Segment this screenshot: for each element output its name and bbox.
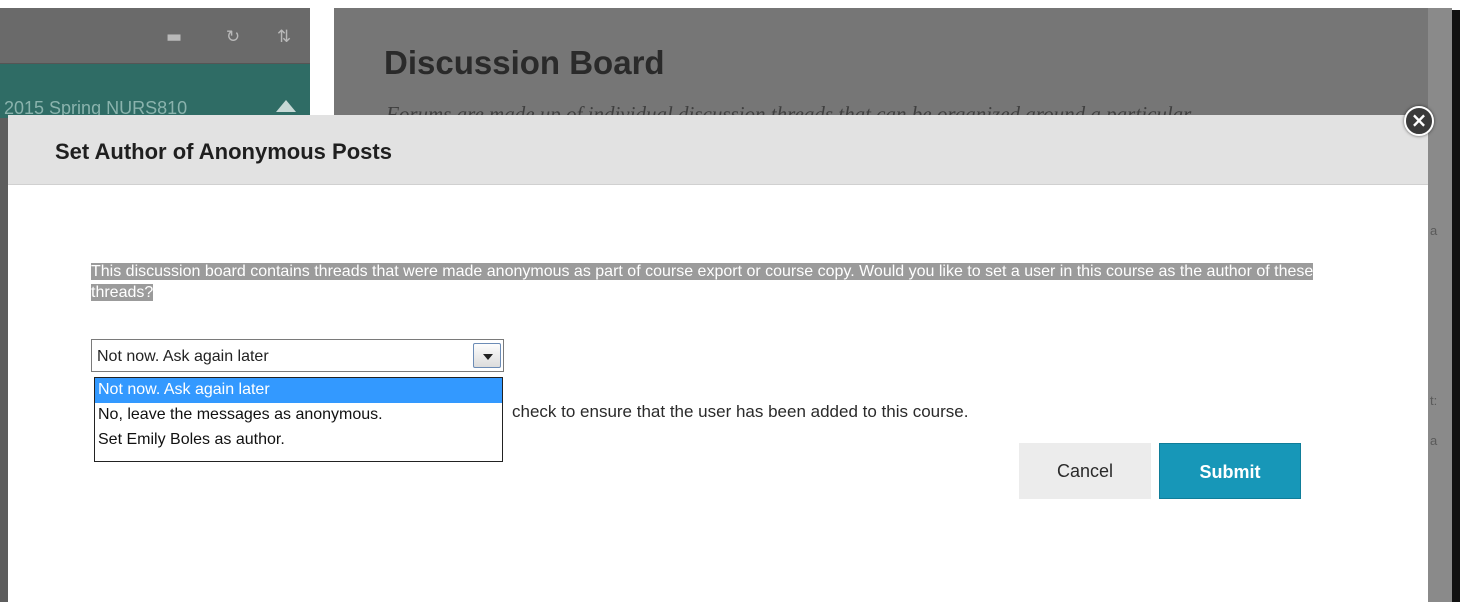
edge-fragment: a (1430, 223, 1438, 238)
refresh-icon[interactable]: ↻ (222, 26, 244, 48)
folder-icon[interactable]: ▬ (163, 26, 185, 48)
dialog-header: Set Author of Anonymous Posts (8, 115, 1428, 185)
set-author-dialog: Set Author of Anonymous Posts This discu… (8, 115, 1428, 602)
message-text: This discussion board contains threads t… (91, 263, 1314, 301)
close-icon[interactable]: × (1404, 106, 1434, 136)
submit-button[interactable]: Submit (1159, 443, 1301, 499)
hint-text: check to ensure that the user has been a… (512, 402, 969, 421)
sidebar-toolbar: ▬ ↻ ⇅ (0, 8, 310, 64)
cancel-button[interactable]: Cancel (1019, 443, 1151, 499)
author-options-list: Not now. Ask again later No, leave the m… (94, 377, 503, 462)
option-not-now[interactable]: Not now. Ask again later (95, 378, 502, 403)
right-edge-panel: a t: a (1428, 8, 1452, 602)
edge-fragment: a (1430, 433, 1438, 448)
option-set-emily-boles[interactable]: Set Emily Boles as author. (95, 428, 502, 453)
dialog-message: This discussion board contains threads t… (91, 261, 1321, 303)
option-leave-anonymous[interactable]: No, leave the messages as anonymous. (95, 403, 502, 428)
page-title: Discussion Board (384, 44, 665, 81)
dialog-title: Set Author of Anonymous Posts (55, 139, 392, 164)
chevron-down-icon[interactable] (473, 343, 501, 368)
select-value: Not now. Ask again later (97, 348, 269, 365)
window-shadow (1452, 10, 1460, 602)
author-select[interactable]: Not now. Ask again later (91, 339, 504, 372)
sort-icon[interactable]: ⇅ (273, 26, 295, 48)
edge-fragment: t: (1430, 393, 1438, 408)
collapse-arrow-icon[interactable] (276, 100, 296, 112)
course-menu-header[interactable]: 2015 Spring NURS810 (0, 64, 310, 118)
